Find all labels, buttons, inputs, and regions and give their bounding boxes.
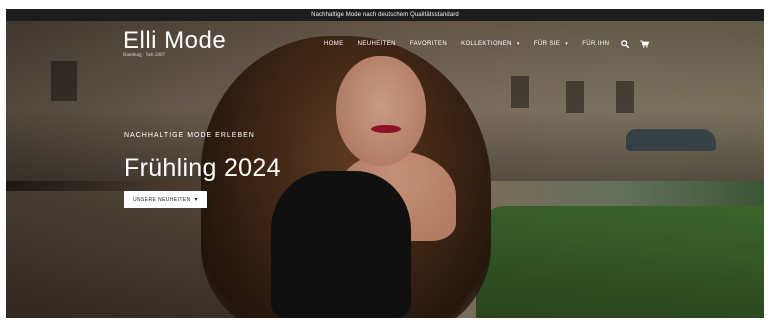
chevron-down-icon: ▾ (194, 197, 198, 203)
nav-item-neuheiten[interactable]: NEUHEITEN (358, 39, 396, 49)
nav-item-fuer-ihn[interactable]: FÜR IHN (582, 39, 609, 49)
hero-overlay (6, 21, 764, 318)
nav-item-label: KOLLEKTIONEN (461, 41, 512, 47)
hero-eyebrow: NACHHALTIGE MODE ERLEBEN (124, 132, 255, 139)
hero-cta-label: UNSERE NEUHEITEN (133, 196, 191, 203)
nav-item-kollektionen[interactable]: KOLLEKTIONEN ▾ (461, 39, 520, 49)
brand-logo[interactable]: Elli Mode Hamburg · Seit 2007 (123, 27, 227, 59)
hero-banner (6, 21, 764, 318)
nav-item-label: FÜR IHN (582, 41, 610, 47)
hero-text: NACHHALTIGE MODE ERLEBEN Frühling 2024 (124, 131, 281, 183)
nav-item-home[interactable]: HOME (324, 39, 344, 49)
nav-item-fuer-sie[interactable]: FÜR SIE ▾ (534, 39, 568, 49)
nav-item-label: FAVORITEN (409, 41, 448, 47)
brand-name: Elli Mode (123, 27, 227, 54)
announcement-bar: Nachhaltige Mode nach deutschem Qualität… (6, 9, 764, 21)
page: Nachhaltige Mode nach deutschem Qualität… (0, 0, 770, 323)
nav-item-favoriten[interactable]: FAVORITEN (410, 39, 447, 49)
main-nav: HOME NEUHEITEN FAVORITEN KOLLEKTIONEN ▾ … (324, 39, 650, 49)
chevron-down-icon: ▾ (565, 41, 569, 47)
cart-icon[interactable] (640, 40, 650, 48)
search-icon[interactable] (621, 40, 630, 48)
chevron-down-icon: ▾ (516, 41, 520, 47)
hero-headline: Frühling 2024 (124, 154, 281, 182)
nav-item-label: HOME (324, 41, 344, 47)
hero-cta-button[interactable]: UNSERE NEUHEITEN ▾ (124, 191, 207, 208)
nav-item-label: NEUHEITEN (357, 41, 396, 47)
nav-item-label: FÜR SIE (533, 41, 561, 47)
